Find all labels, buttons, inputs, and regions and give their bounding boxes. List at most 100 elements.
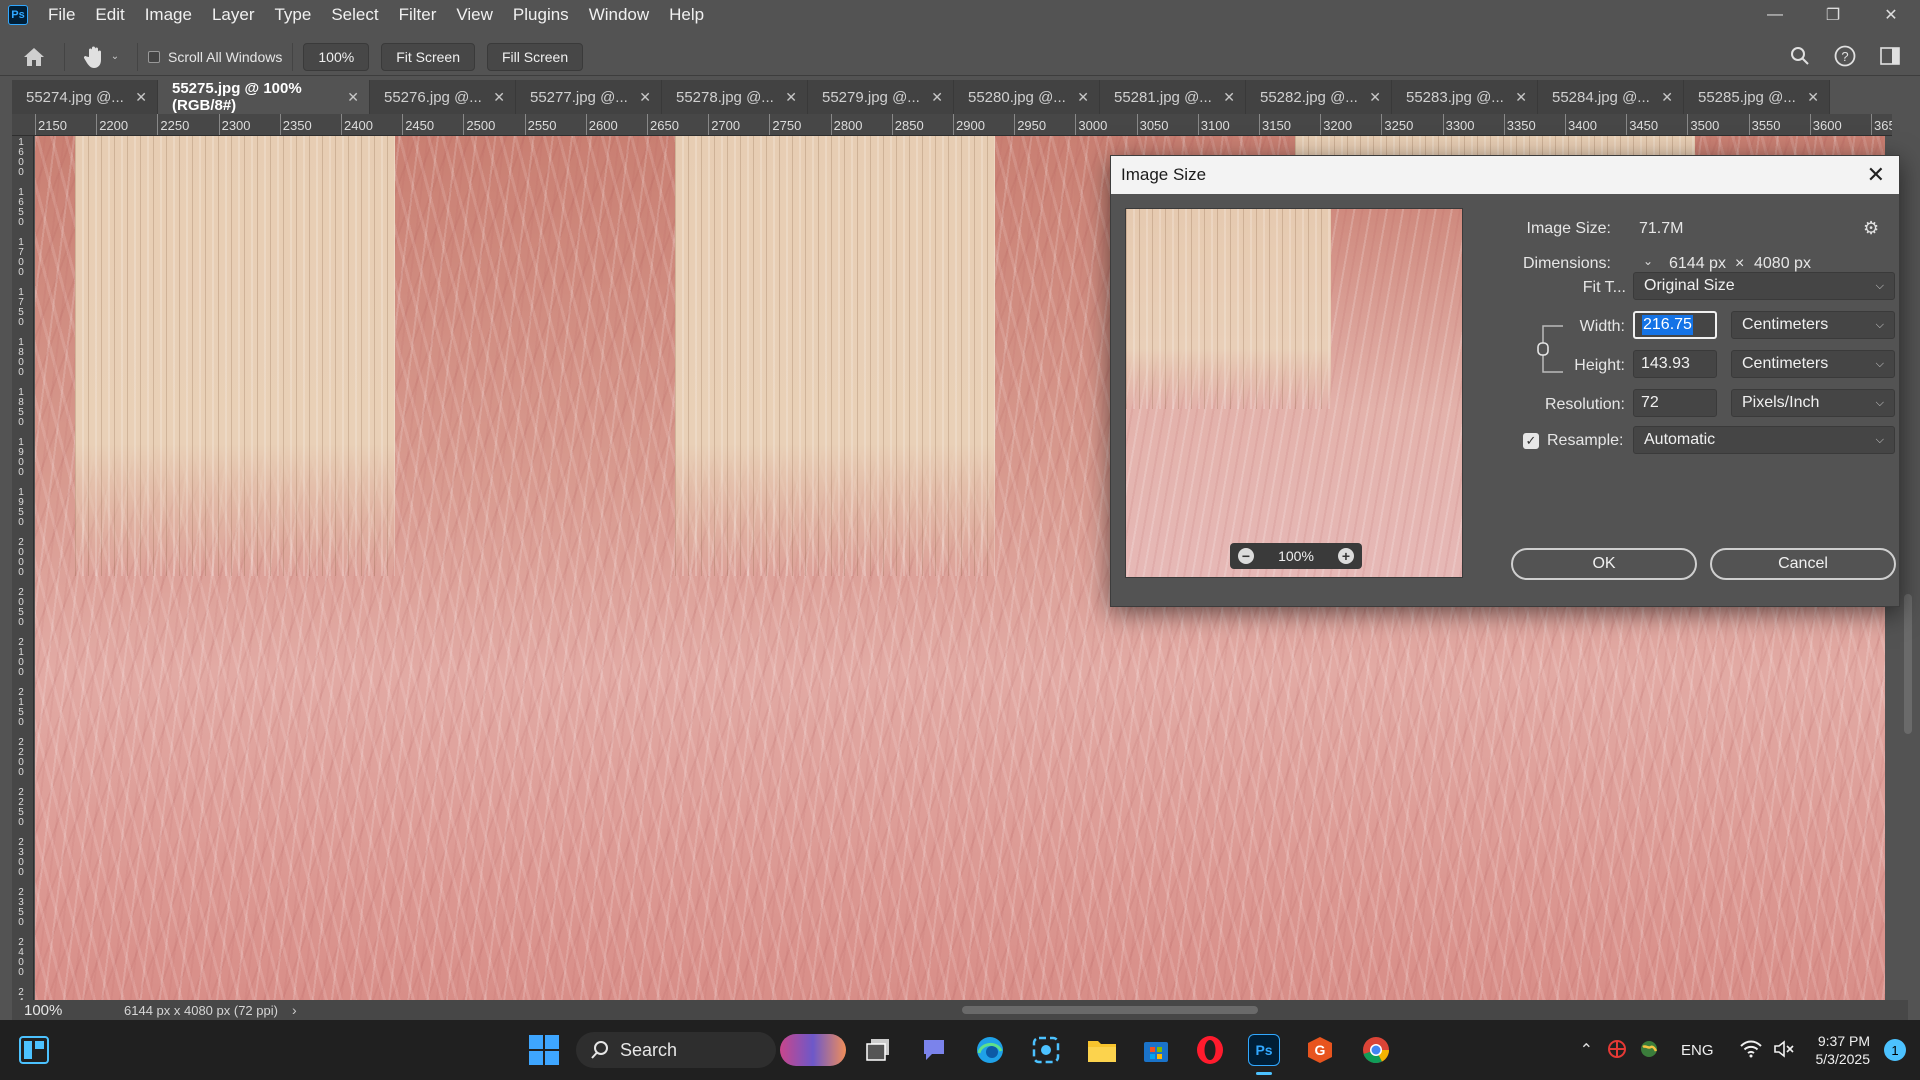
file-explorer-icon[interactable] — [1086, 1034, 1118, 1066]
height-unit-dropdown[interactable]: Centimeters ⌵ — [1731, 350, 1895, 378]
minimize-icon[interactable]: — — [1746, 0, 1804, 30]
settings-gear-icon[interactable]: ⚙ — [1863, 218, 1879, 239]
photoshop-taskbar-icon[interactable]: Ps — [1248, 1034, 1280, 1066]
opera-icon[interactable] — [1194, 1034, 1226, 1066]
network-globe-icon[interactable] — [1639, 1039, 1659, 1062]
widgets-icon[interactable] — [18, 1034, 50, 1066]
image-preview[interactable]: − 100% + — [1125, 208, 1463, 578]
menu-view[interactable]: View — [446, 0, 503, 30]
fit-to-dropdown[interactable]: Original Size ⌵ — [1633, 272, 1895, 300]
menu-window[interactable]: Window — [579, 0, 659, 30]
close-window-icon[interactable]: ✕ — [1862, 0, 1920, 30]
image-size-value: 71.7M — [1639, 220, 1684, 237]
fill-screen-button[interactable]: Fill Screen — [487, 42, 584, 71]
menu-type[interactable]: Type — [264, 0, 321, 30]
language-indicator[interactable]: ENG — [1681, 1042, 1714, 1059]
dialog-title-bar[interactable]: Image Size ✕ — [1111, 156, 1899, 194]
status-zoom[interactable]: 100% — [12, 1002, 92, 1019]
search-icon[interactable] — [1790, 46, 1810, 69]
chevron-right-icon[interactable]: › — [292, 1002, 297, 1018]
close-icon[interactable]: ✕ — [931, 89, 943, 106]
zoom-out-icon[interactable]: − — [1238, 548, 1254, 564]
hand-tool-icon[interactable]: ⌄ — [75, 45, 127, 69]
vertical-scrollbar-thumb[interactable] — [1904, 594, 1912, 734]
volume-muted-icon[interactable] — [1773, 1039, 1794, 1061]
menu-select[interactable]: Select — [321, 0, 388, 30]
vertical-ruler[interactable]: 1600 1650 1700 1750 1800 1850 1900 1950 2000 2050… — [12, 136, 34, 1000]
vpn-icon[interactable] — [1607, 1039, 1627, 1062]
horizontal-scrollbar-thumb[interactable] — [962, 1006, 1258, 1014]
menu-file[interactable]: File — [38, 0, 85, 30]
tab-55276[interactable]: 55276.jpg @... ✕ — [370, 80, 516, 114]
taskbar-search[interactable]: Search — [576, 1032, 776, 1068]
menu-plugins[interactable]: Plugins — [503, 0, 579, 30]
resample-checkbox[interactable]: ✓ — [1523, 433, 1539, 449]
horizontal-ruler[interactable]: 2150 2200 2250 2300 2350 2400 2450 2500 2550 2600… — [12, 114, 1892, 136]
start-windows-icon[interactable] — [528, 1034, 560, 1066]
close-icon[interactable]: ✕ — [135, 89, 147, 106]
close-icon[interactable]: ✕ — [1223, 89, 1235, 106]
chevron-down-icon: ⌵ — [1875, 433, 1884, 446]
close-icon[interactable]: ✕ — [1661, 89, 1673, 106]
notification-badge[interactable]: 1 — [1884, 1039, 1906, 1061]
close-icon[interactable]: ✕ — [639, 89, 651, 106]
tab-55277[interactable]: 55277.jpg @... ✕ — [516, 80, 662, 114]
teams-chat-icon[interactable] — [918, 1034, 950, 1066]
close-icon[interactable]: ✕ — [1867, 162, 1885, 188]
clock[interactable]: 9:37 PM 5/3/2025 — [1816, 1032, 1871, 1068]
chevron-up-icon[interactable]: ⌃ — [1580, 1040, 1593, 1060]
tab-55279[interactable]: 55279.jpg @... ✕ — [808, 80, 954, 114]
menu-edit[interactable]: Edit — [85, 0, 134, 30]
close-icon[interactable]: ✕ — [785, 89, 797, 106]
restore-icon[interactable]: ❐ — [1804, 0, 1862, 30]
horizontal-scrollbar[interactable] — [342, 1004, 1882, 1016]
tab-55275[interactable]: 55275.jpg @ 100% (RGB/8#) ✕ — [158, 80, 370, 114]
width-unit-dropdown[interactable]: Centimeters ⌵ — [1731, 311, 1895, 339]
workspace-icon[interactable] — [1880, 46, 1900, 68]
tab-55285[interactable]: 55285.jpg @... ✕ — [1684, 80, 1830, 114]
tab-55281[interactable]: 55281.jpg @... ✕ — [1100, 80, 1246, 114]
tab-55282[interactable]: 55282.jpg @... ✕ — [1246, 80, 1392, 114]
help-icon[interactable]: ? — [1834, 45, 1856, 70]
zoom-percentage-button[interactable]: 100% — [303, 42, 370, 71]
resample-dropdown[interactable]: Automatic ⌵ — [1633, 426, 1895, 454]
chevron-down-icon[interactable]: ⌄ — [111, 51, 119, 62]
width-input[interactable]: 216.75 — [1633, 311, 1717, 339]
ruler-tick-label: 3050 — [1139, 118, 1169, 133]
tab-55278[interactable]: 55278.jpg @... ✕ — [662, 80, 808, 114]
height-input[interactable]: 143.93 — [1633, 350, 1717, 378]
search-highlight-icon[interactable] — [780, 1034, 846, 1066]
close-icon[interactable]: ✕ — [1369, 89, 1381, 106]
cancel-button[interactable]: Cancel — [1710, 548, 1896, 580]
tab-55283[interactable]: 55283.jpg @... ✕ — [1392, 80, 1538, 114]
edge-icon[interactable] — [974, 1034, 1006, 1066]
task-view-icon[interactable] — [862, 1034, 894, 1066]
chevron-down-icon[interactable]: ⌄ — [1643, 254, 1653, 268]
scroll-all-windows-checkbox[interactable] — [148, 50, 160, 63]
wifi-icon[interactable] — [1739, 1040, 1762, 1061]
menu-filter[interactable]: Filter — [389, 0, 447, 30]
menu-image[interactable]: Image — [135, 0, 202, 30]
chrome-icon[interactable] — [1360, 1034, 1392, 1066]
height-unit-value: Centimeters — [1742, 355, 1829, 372]
tab-55284[interactable]: 55284.jpg @... ✕ — [1538, 80, 1684, 114]
zoom-in-icon[interactable]: + — [1338, 548, 1354, 564]
snipping-tool-icon[interactable] — [1030, 1034, 1062, 1066]
menu-layer[interactable]: Layer — [202, 0, 265, 30]
close-icon[interactable]: ✕ — [493, 89, 505, 106]
resolution-unit-dropdown[interactable]: Pixels/Inch ⌵ — [1731, 389, 1895, 417]
grammarly-icon[interactable]: G — [1304, 1034, 1336, 1066]
close-icon[interactable]: ✕ — [1515, 89, 1527, 106]
microsoft-store-icon[interactable] — [1140, 1034, 1172, 1066]
tab-55280[interactable]: 55280.jpg @... ✕ — [954, 80, 1100, 114]
menu-help[interactable]: Help — [659, 0, 714, 30]
ok-button[interactable]: OK — [1511, 548, 1697, 580]
tab-55274[interactable]: 55274.jpg @... ✕ — [12, 80, 158, 114]
resolution-input[interactable]: 72 — [1633, 389, 1717, 417]
close-icon[interactable]: ✕ — [1077, 89, 1089, 106]
close-icon[interactable]: ✕ — [1807, 89, 1819, 106]
close-icon[interactable]: ✕ — [347, 89, 359, 106]
photoshop-logo-icon[interactable]: Ps — [8, 5, 28, 25]
fit-screen-button[interactable]: Fit Screen — [381, 42, 475, 71]
home-icon[interactable] — [14, 41, 54, 73]
